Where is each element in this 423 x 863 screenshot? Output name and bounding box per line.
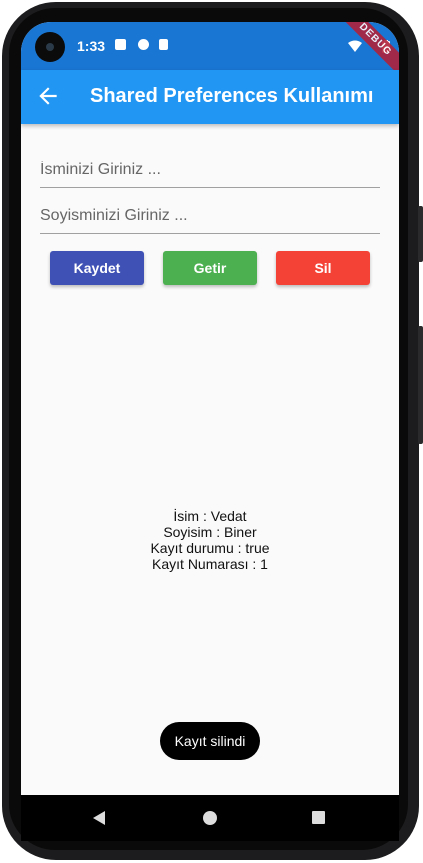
system-nav-bar — [21, 795, 399, 841]
page-title: Shared Preferences Kullanımı — [90, 85, 374, 107]
arrow-back-icon[interactable] — [35, 83, 61, 109]
delete-button[interactable]: Sil — [276, 251, 370, 285]
app-bar: Shared Preferences Kullanımı — [21, 70, 399, 124]
name-line: İsim : Vedat — [173, 508, 247, 524]
name-field[interactable] — [40, 151, 380, 188]
camera-cutout — [35, 32, 65, 62]
nav-back-icon[interactable] — [93, 811, 105, 825]
volume-button — [418, 206, 423, 262]
toast-message: Kayıt silindi — [160, 722, 260, 760]
surname-field[interactable] — [40, 197, 380, 234]
number-line: Kayıt Numarası : 1 — [152, 556, 268, 572]
name-input[interactable] — [40, 161, 380, 179]
status-time: 1:33 — [77, 38, 106, 54]
app-screen: 1:33 DEBUG Shared Preferences Kullanımı … — [21, 22, 399, 795]
wifi-icon — [348, 40, 362, 52]
fetch-button[interactable]: Getir — [163, 251, 257, 285]
status-line: Kayıt durumu : true — [150, 540, 270, 556]
nav-recents-icon[interactable] — [312, 811, 325, 824]
surname-input[interactable] — [40, 207, 380, 225]
save-button[interactable]: Kaydet — [50, 251, 144, 285]
sd-card-icon — [159, 39, 168, 50]
status-bar: 1:33 DEBUG — [21, 22, 399, 89]
nav-home-icon[interactable] — [203, 811, 217, 825]
power-button — [418, 326, 423, 444]
notification-a-icon — [115, 39, 126, 50]
saved-info: İsim : Vedat Soyisim : Biner Kayıt durum… — [21, 508, 399, 572]
notification-f-icon — [138, 39, 149, 50]
surname-line: Soyisim : Biner — [163, 524, 257, 540]
